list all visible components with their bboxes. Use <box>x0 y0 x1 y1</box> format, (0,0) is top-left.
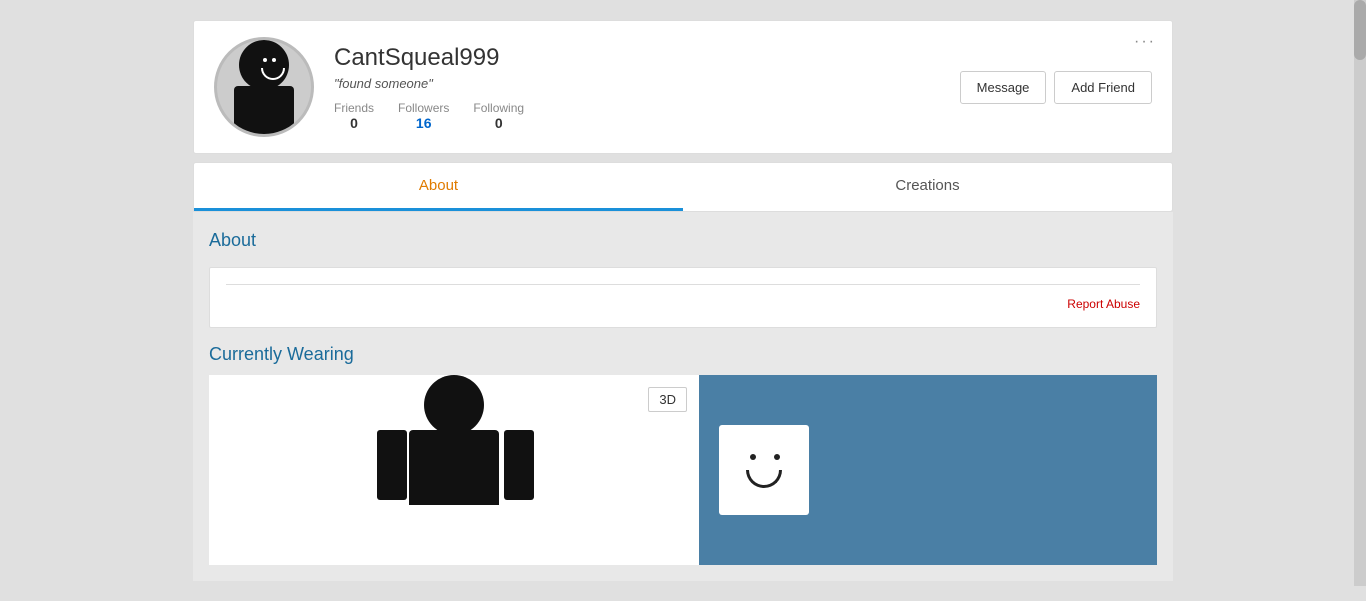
following-count: 0 <box>473 115 524 131</box>
tab-creations[interactable]: Creations <box>683 163 1172 211</box>
profile-username: CantSqueal999 <box>334 44 960 72</box>
tabs-row: About Creations <box>194 163 1172 211</box>
stat-followers: Followers 16 <box>398 101 449 131</box>
about-heading: About <box>209 222 1157 259</box>
friends-label: Friends <box>334 101 374 115</box>
avatar-3d-panel: 3D <box>209 375 699 565</box>
wearing-grid: 3D <box>209 375 1157 565</box>
friends-count: 0 <box>334 115 374 131</box>
followers-label: Followers <box>398 101 449 115</box>
stat-friends: Friends 0 <box>334 101 374 131</box>
avatar-3d-figure <box>374 375 534 565</box>
figure-head <box>424 375 484 435</box>
more-options-icon[interactable]: ··· <box>1134 33 1156 51</box>
profile-stats: Friends 0 Followers 16 Following 0 <box>334 101 960 131</box>
about-box: Report Abuse <box>209 267 1157 328</box>
figure-arm-right <box>504 430 534 500</box>
profile-card: CantSqueal999 "found someone" Friends 0 … <box>193 20 1173 154</box>
3d-button[interactable]: 3D <box>648 387 687 412</box>
currently-wearing-heading: Currently Wearing <box>209 344 1157 365</box>
tabs-container: About Creations <box>193 162 1173 212</box>
profile-actions: Message Add Friend <box>960 71 1152 104</box>
profile-info: CantSqueal999 "found someone" Friends 0 … <box>334 44 960 131</box>
following-label: Following <box>473 101 524 115</box>
stat-following: Following 0 <box>473 101 524 131</box>
about-divider <box>226 284 1140 285</box>
avatar <box>214 37 314 137</box>
smiley-eye-right <box>774 454 780 460</box>
scrollbar-track[interactable] <box>1354 0 1366 586</box>
smiley-face <box>734 440 794 500</box>
profile-status: "found someone" <box>334 76 960 91</box>
report-abuse-link[interactable]: Report Abuse <box>226 297 1140 311</box>
figure-torso <box>409 430 499 505</box>
add-friend-button[interactable]: Add Friend <box>1054 71 1152 104</box>
scrollbar-thumb[interactable] <box>1354 0 1366 60</box>
item-card-smiley[interactable] <box>719 425 809 515</box>
items-panel <box>699 375 1157 565</box>
tab-about[interactable]: About <box>194 163 683 211</box>
followers-count: 16 <box>398 115 449 131</box>
content-area: About Report Abuse Currently Wearing 3D <box>193 212 1173 581</box>
smiley-mouth <box>746 470 782 488</box>
message-button[interactable]: Message <box>960 71 1047 104</box>
figure-arm-left <box>377 430 407 500</box>
smiley-eye-left <box>750 454 756 460</box>
